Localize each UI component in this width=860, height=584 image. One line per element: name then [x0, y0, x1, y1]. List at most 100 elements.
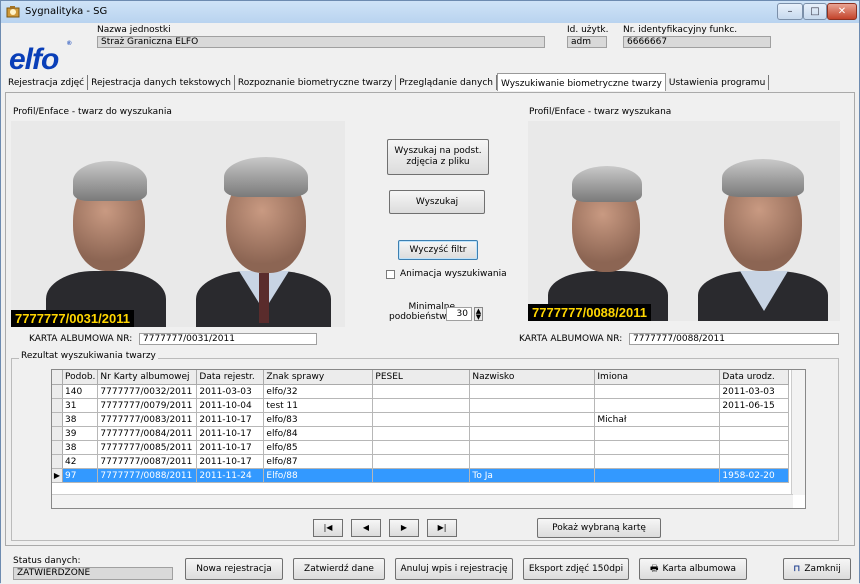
search-from-file-button[interactable]: Wyszukaj na podst. zdjęcia z pliku — [387, 139, 489, 175]
row-indicator[interactable] — [52, 384, 63, 399]
table-cell[interactable]: 7777777/0084/2011 — [97, 426, 198, 441]
col-surname[interactable]: Nazwisko — [469, 370, 596, 385]
last-record-button[interactable]: ▶| — [427, 519, 457, 537]
table-cell[interactable]: 140 — [62, 384, 99, 399]
table-cell[interactable]: Elfo/88 — [263, 468, 374, 483]
min-similarity-input[interactable]: 30 — [446, 307, 472, 321]
table-cell[interactable]: test 11 — [263, 398, 374, 413]
table-cell[interactable]: 42 — [62, 454, 99, 469]
table-row[interactable]: ▶ 97 7777777/0088/2011 2011-11-24 Elfo/88 To … — [52, 468, 790, 483]
table-row[interactable]: 38 7777777/0085/2011 2011-10-17 elfo/85 — [52, 440, 790, 455]
table-cell[interactable]: To Ja — [469, 468, 596, 483]
next-record-button[interactable]: ▶ — [389, 519, 419, 537]
table-cell[interactable]: Michał — [594, 412, 721, 427]
table-cell[interactable] — [469, 440, 596, 455]
table-cell[interactable] — [719, 426, 790, 441]
cancel-entry-button[interactable]: Anuluj wpis i rejestrację — [395, 558, 513, 580]
table-cell[interactable]: 1958-02-20 — [719, 468, 790, 483]
table-cell[interactable]: 7777777/0079/2011 — [97, 398, 198, 413]
table-cell[interactable]: 31 — [62, 398, 99, 413]
search-button[interactable]: Wyszukaj — [389, 190, 485, 214]
table-cell[interactable] — [594, 440, 721, 455]
table-row[interactable]: 42 7777777/0087/2011 2011-10-17 elfo/87 — [52, 454, 790, 469]
first-record-button[interactable]: |◀ — [313, 519, 343, 537]
table-cell[interactable] — [372, 426, 471, 441]
export-photos-button[interactable]: Eksport zdjęć 150dpi — [523, 558, 629, 580]
clear-filter-button[interactable]: Wyczyść filtr — [398, 240, 478, 260]
table-cell[interactable]: 38 — [62, 440, 99, 455]
table-cell[interactable]: 2011-11-24 — [196, 468, 265, 483]
table-cell[interactable] — [594, 426, 721, 441]
table-cell[interactable]: 2011-06-15 — [719, 398, 790, 413]
table-cell[interactable]: 39 — [62, 426, 99, 441]
table-cell[interactable] — [372, 412, 471, 427]
row-indicator[interactable] — [52, 398, 63, 413]
tab-browse-data[interactable]: Przeglądanie danych — [396, 75, 497, 90]
table-cell[interactable]: 7777777/0083/2011 — [97, 412, 198, 427]
table-cell[interactable]: 7777777/0087/2011 — [97, 454, 198, 469]
table-cell[interactable] — [594, 454, 721, 469]
table-cell[interactable] — [372, 454, 471, 469]
tab-biometric-search[interactable]: Wyszukiwanie biometryczne twarzy — [496, 73, 666, 91]
approve-data-button[interactable]: Zatwierdź dane — [293, 558, 385, 580]
table-cell[interactable]: 38 — [62, 412, 99, 427]
col-pesel[interactable]: PESEL — [372, 370, 471, 385]
show-card-button[interactable]: Pokaż wybraną kartę — [537, 518, 661, 538]
row-indicator[interactable] — [52, 440, 63, 455]
table-cell[interactable]: 7777777/0088/2011 — [97, 468, 198, 483]
table-row[interactable]: 31 7777777/0079/2011 2011-10-04 test 11 2011… — [52, 398, 790, 413]
table-cell[interactable]: 2011-03-03 — [719, 384, 790, 399]
table-cell[interactable]: 7777777/0085/2011 — [97, 440, 198, 455]
table-cell[interactable] — [372, 384, 471, 399]
table-cell[interactable]: elfo/32 — [263, 384, 374, 399]
table-cell[interactable] — [372, 398, 471, 413]
tab-settings[interactable]: Ustawienia programu — [666, 75, 770, 90]
table-horizontal-scrollbar[interactable] — [52, 494, 793, 508]
table-cell[interactable]: elfo/83 — [263, 412, 374, 427]
table-cell[interactable] — [469, 454, 596, 469]
title-bar[interactable]: Sygnalityka - SG – □ ✕ — [1, 1, 859, 23]
col-birth-date[interactable]: Data urodz. — [719, 370, 790, 385]
table-cell[interactable] — [594, 384, 721, 399]
tab-text-registration[interactable]: Rejestracja danych tekstowych — [88, 75, 235, 90]
left-card-field[interactable]: 7777777/0031/2011 — [139, 333, 317, 345]
prev-record-button[interactable]: ◀ — [351, 519, 381, 537]
col-names[interactable]: Imiona — [594, 370, 721, 385]
table-cell[interactable]: 7777777/0032/2011 — [97, 384, 198, 399]
minimize-button[interactable]: – — [777, 3, 803, 20]
table-cell[interactable] — [594, 468, 721, 483]
row-indicator[interactable] — [52, 412, 63, 427]
table-row[interactable]: 39 7777777/0084/2011 2011-10-17 elfo/84 — [52, 426, 790, 441]
tab-biometric-recognition[interactable]: Rozpoznanie biometryczne twarzy — [235, 75, 397, 90]
table-cell[interactable]: elfo/85 — [263, 440, 374, 455]
table-cell[interactable] — [469, 398, 596, 413]
new-registration-button[interactable]: Nowa rejestracja — [185, 558, 283, 580]
close-button[interactable]: ⊓ Zamknij — [783, 558, 851, 580]
table-row[interactable]: 140 7777777/0032/2011 2011-03-03 elfo/32 201… — [52, 384, 790, 399]
row-indicator[interactable] — [52, 426, 63, 441]
results-table[interactable]: Podob. Nr Karty albumowej Data rejestr. … — [51, 369, 806, 509]
table-cell[interactable] — [719, 440, 790, 455]
table-cell[interactable] — [469, 426, 596, 441]
table-cell[interactable]: 2011-10-04 — [196, 398, 265, 413]
row-indicator[interactable] — [52, 454, 63, 469]
table-cell[interactable] — [469, 412, 596, 427]
col-card-number[interactable]: Nr Karty albumowej — [97, 370, 198, 385]
col-similarity[interactable]: Podob. — [62, 370, 99, 385]
table-cell[interactable] — [372, 468, 471, 483]
table-cell[interactable] — [594, 398, 721, 413]
maximize-button[interactable]: □ — [803, 3, 827, 20]
tab-photo-registration[interactable]: Rejestracja zdjęć — [5, 75, 89, 90]
table-cell[interactable]: 2011-10-17 — [196, 440, 265, 455]
right-card-field[interactable]: 7777777/0088/2011 — [629, 333, 839, 345]
table-cell[interactable] — [469, 384, 596, 399]
col-case-mark[interactable]: Znak sprawy — [263, 370, 374, 385]
table-cell[interactable] — [719, 412, 790, 427]
min-similarity-spinner[interactable]: ▲ ▼ — [474, 307, 483, 321]
table-cell[interactable]: 2011-10-17 — [196, 454, 265, 469]
col-reg-date[interactable]: Data rejestr. — [196, 370, 265, 385]
table-cell[interactable]: 2011-10-17 — [196, 412, 265, 427]
animation-checkbox[interactable] — [386, 270, 395, 279]
album-card-button[interactable]: 🖶 Karta albumowa — [639, 558, 747, 580]
row-indicator[interactable]: ▶ — [52, 468, 63, 483]
